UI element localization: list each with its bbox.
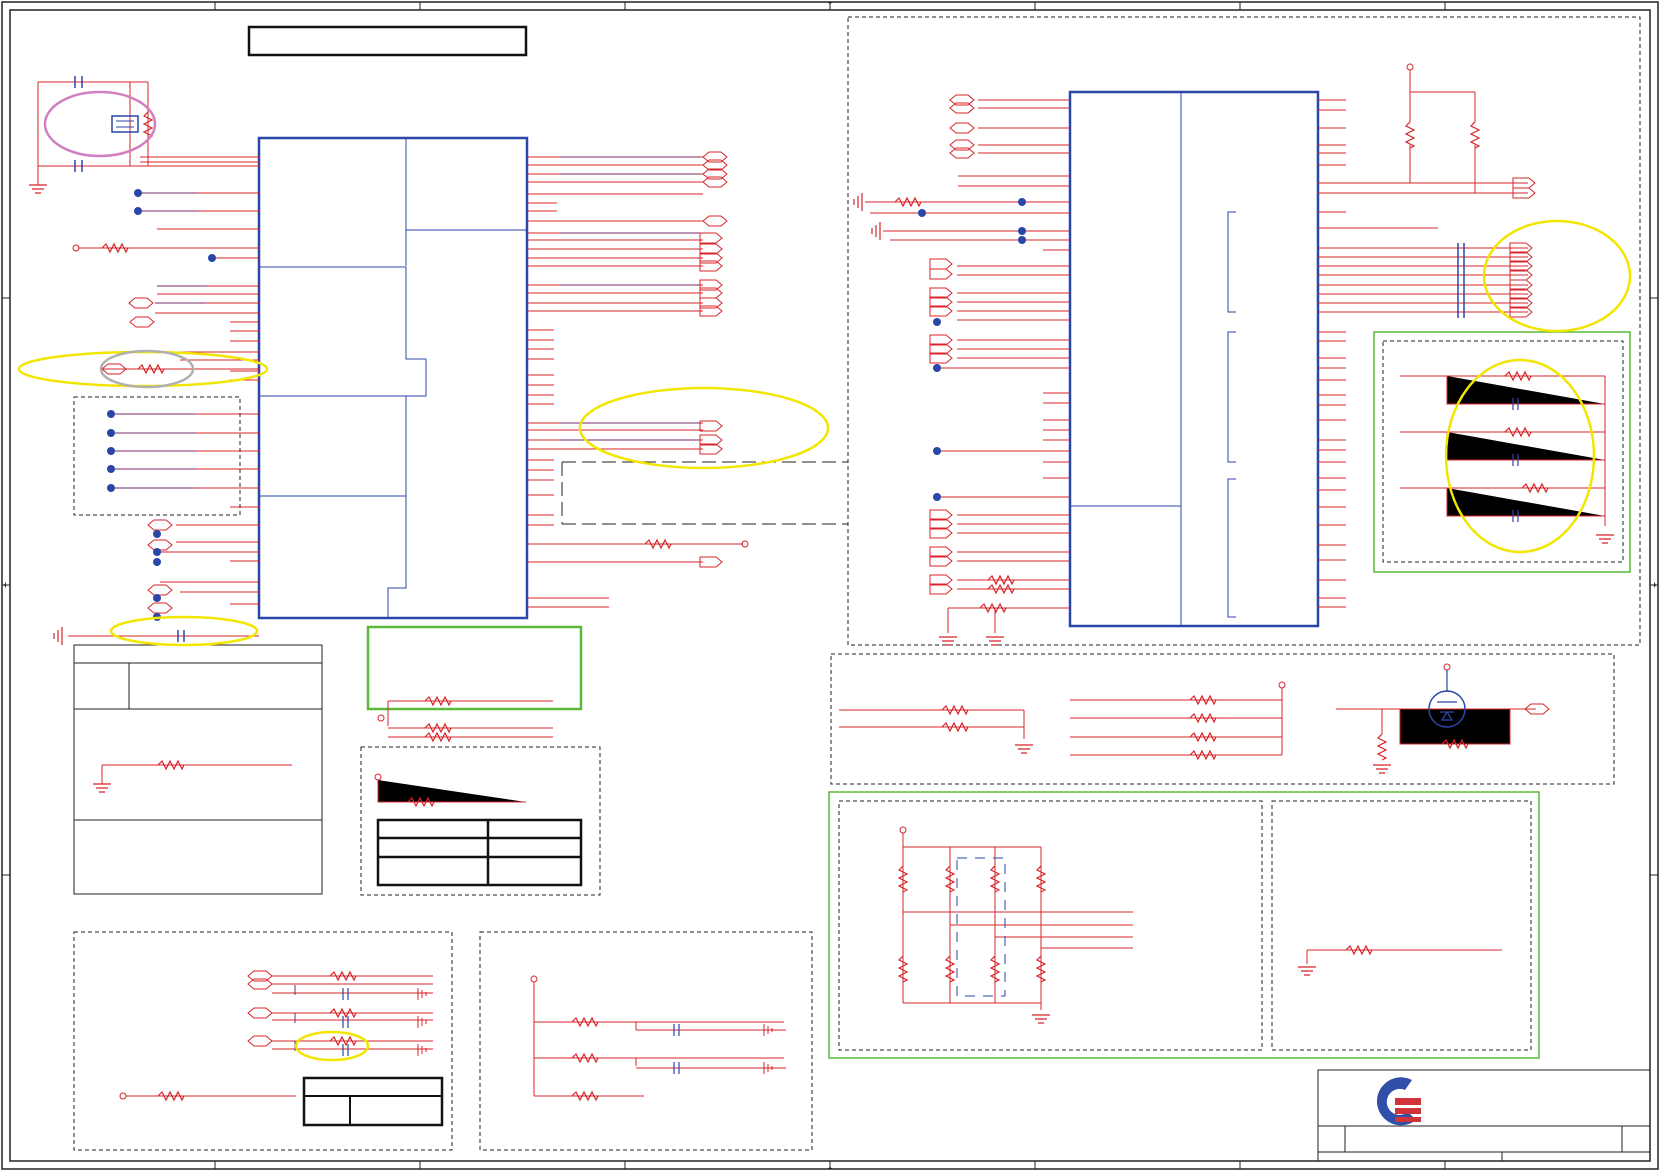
dashed-box-left-pins bbox=[73, 396, 241, 516]
green-box-middle bbox=[366, 625, 583, 742]
dashed-connector bbox=[561, 461, 848, 525]
green-box-right-filter bbox=[1373, 331, 1631, 573]
notes-table bbox=[73, 644, 323, 895]
company-logo-icon bbox=[1376, 1077, 1421, 1126]
crystal-circuit bbox=[28, 76, 259, 194]
title-block bbox=[1317, 1069, 1651, 1162]
right-ic-left-ports bbox=[929, 94, 975, 595]
highlight-annotations bbox=[17, 90, 1632, 1062]
left-ic-right-ports bbox=[699, 151, 728, 568]
main-ic-left bbox=[257, 136, 529, 620]
dashed-box-right-mid bbox=[830, 653, 1615, 785]
config-table bbox=[376, 818, 583, 887]
right-ic-pullups bbox=[1405, 63, 1536, 199]
right-ic-left-wires bbox=[865, 99, 1070, 609]
left-ic-left-nets bbox=[115, 192, 207, 489]
left-port-flags bbox=[101, 297, 173, 614]
right-ic-left-components bbox=[853, 192, 1015, 646]
sheet-title-box bbox=[247, 25, 528, 57]
right-ic-right-wires bbox=[1318, 99, 1528, 608]
green-box-bottom-right bbox=[828, 791, 1540, 1059]
dashed-box-middle bbox=[360, 746, 601, 896]
highlight-mid-ports bbox=[578, 386, 830, 470]
left-ic-right-wires bbox=[527, 156, 743, 608]
schematic-sheet bbox=[1, 1, 1659, 1170]
highlight-right-ports bbox=[1482, 219, 1632, 333]
left-ic-right-nets bbox=[560, 156, 700, 441]
small-table bbox=[302, 1076, 444, 1127]
dashed-box-bottom-left bbox=[73, 931, 453, 1151]
dashed-box-bottom-middle bbox=[479, 931, 813, 1151]
highlight-bottom-left-cap bbox=[294, 1030, 370, 1062]
junction-dots-left bbox=[107, 189, 216, 621]
main-ic-right bbox=[1068, 90, 1320, 628]
